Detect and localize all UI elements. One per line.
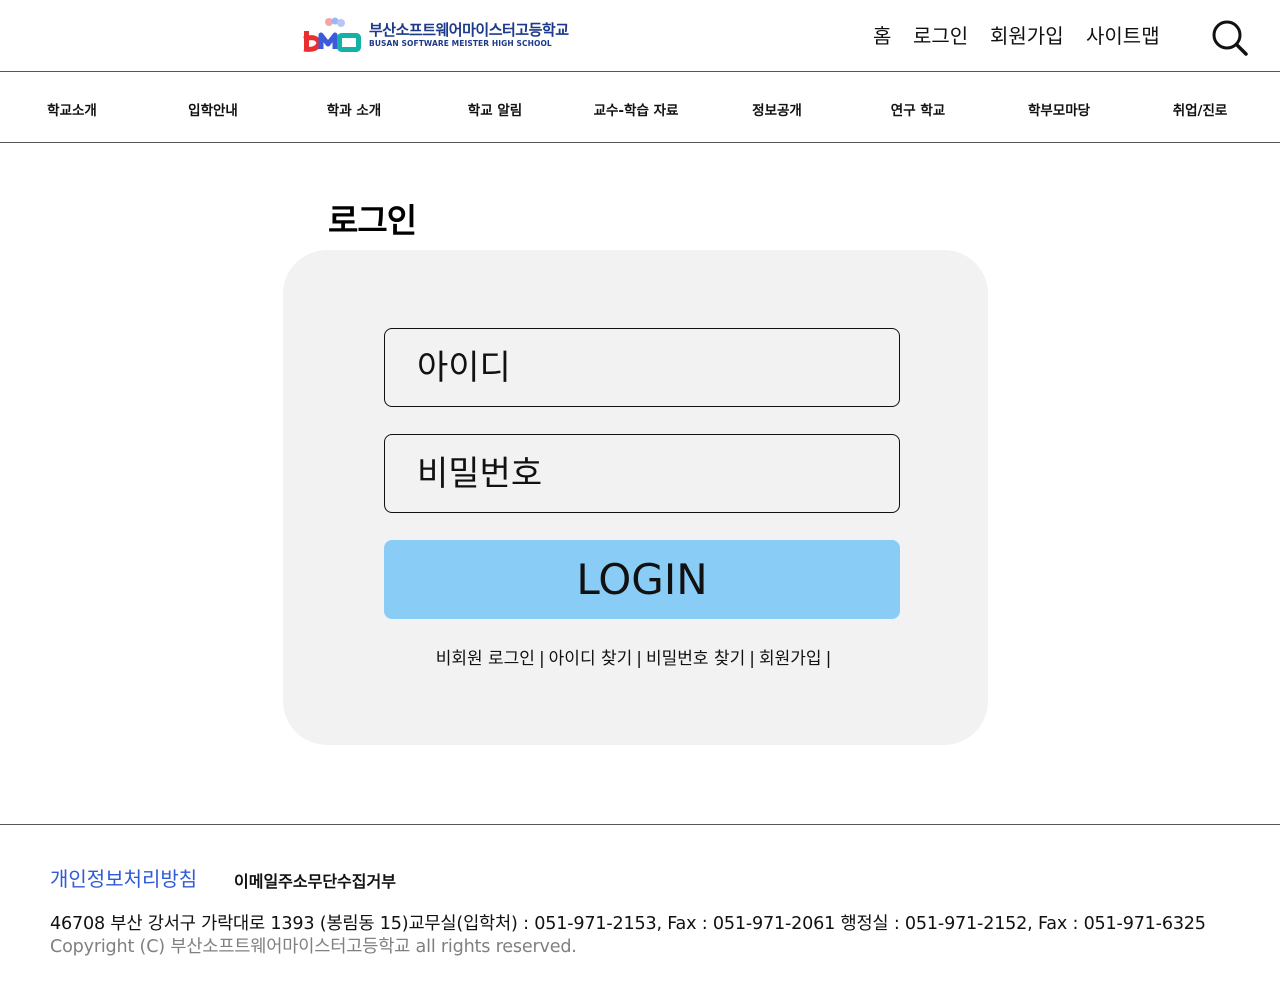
link-separator: |: [636, 649, 643, 669]
nav-item-research-school[interactable]: 연구 학교: [891, 99, 945, 119]
link-separator: |: [538, 649, 545, 669]
login-links: 비회원 로그인 | 아이디 찾기 | 비밀번호 찾기 | 회원가입 |: [283, 644, 988, 669]
search-icon[interactable]: [1211, 19, 1249, 57]
top-link-signup[interactable]: 회원가입: [990, 22, 1064, 50]
id-field[interactable]: [384, 328, 900, 407]
password-input[interactable]: [385, 435, 899, 512]
nav-item-admission[interactable]: 입학안내: [188, 99, 238, 119]
password-field[interactable]: [384, 434, 900, 513]
top-link-sitemap[interactable]: 사이트맵: [1086, 22, 1160, 50]
logo-mark-icon: [303, 17, 361, 53]
page-title: 로그인: [328, 201, 417, 240]
main-nav: 학교소개 입학안내 학과 소개 학교 알림 교수-학습 자료 정보공개 연구 학…: [0, 72, 1280, 143]
link-separator: |: [825, 649, 832, 669]
link-separator: |: [749, 649, 755, 669]
nav-item-departments[interactable]: 학과 소개: [327, 99, 381, 119]
top-link-home[interactable]: 홈: [873, 22, 891, 50]
school-logo[interactable]: 부산소프트웨어마이스터고등학교 BUSAN SOFTWARE MEISTER H…: [303, 16, 569, 54]
footer-address: 46708 부산 강서구 가락대로 1393 (봉림동 15)교무실(입학처) …: [50, 914, 1206, 934]
top-link-login[interactable]: 로그인: [913, 22, 968, 50]
logo-name-ko: 부산소프트웨어마이스터고등학교: [369, 21, 569, 39]
top-header: 부산소프트웨어마이스터고등학교 BUSAN SOFTWARE MEISTER H…: [0, 0, 1280, 72]
find-password-link[interactable]: 비밀번호 찾기: [646, 649, 745, 669]
footer-copyright: Copyright (C) 부산소프트웨어마이스터고등학교 all rights…: [50, 937, 577, 957]
nav-item-disclosure[interactable]: 정보공개: [752, 99, 802, 119]
nav-item-teaching-materials[interactable]: 교수-학습 자료: [594, 99, 679, 119]
find-id-link[interactable]: 아이디 찾기: [549, 649, 633, 669]
signup-link[interactable]: 회원가입: [759, 649, 822, 669]
id-input[interactable]: [385, 329, 899, 406]
nav-item-careers[interactable]: 취업/진로: [1173, 99, 1228, 119]
login-button[interactable]: LOGIN: [384, 540, 900, 619]
nav-item-notices[interactable]: 학교 알림: [468, 99, 522, 119]
logo-name-en: BUSAN SOFTWARE MEISTER HIGH SCHOOL: [369, 39, 552, 48]
logo-text: 부산소프트웨어마이스터고등학교 BUSAN SOFTWARE MEISTER H…: [369, 21, 569, 49]
nav-item-school-intro[interactable]: 학교소개: [47, 99, 97, 119]
footer-divider: [0, 824, 1280, 825]
guest-login-link[interactable]: 비회원 로그인: [436, 649, 535, 669]
privacy-policy-link[interactable]: 개인정보처리방침: [50, 863, 197, 892]
email-refusal-link[interactable]: 이메일주소무단수집거부: [234, 868, 396, 892]
nav-item-parents[interactable]: 학부모마당: [1028, 99, 1090, 119]
